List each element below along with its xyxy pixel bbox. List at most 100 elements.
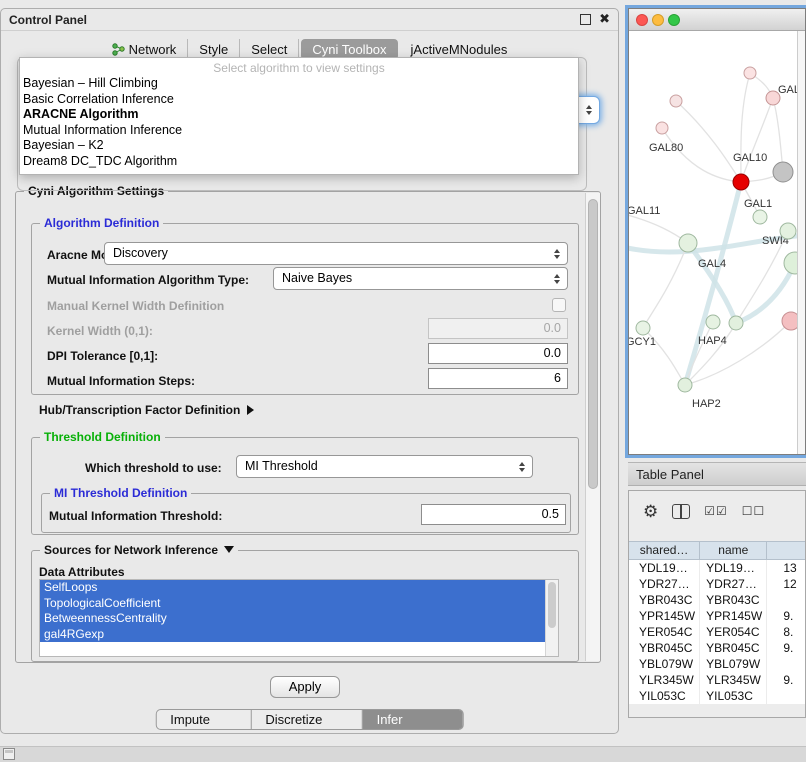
list-scrollbar-thumb[interactable] — [548, 582, 556, 628]
network-node[interactable] — [656, 122, 668, 134]
aracne-mode-combo[interactable]: Discovery — [104, 242, 568, 265]
list-scrollbar[interactable] — [545, 580, 558, 656]
table-row[interactable]: YDL19… YDL19… 13 — [629, 560, 805, 576]
gear-icon[interactable]: ⚙ — [643, 503, 658, 520]
cell-name: YER054C — [700, 624, 767, 640]
table-panel-title: Table Panel — [636, 467, 704, 482]
tab-infer-network[interactable]: Infer Network — [363, 710, 463, 729]
minimize-traffic-light-icon[interactable] — [652, 14, 664, 26]
control-panel-window: Control Panel ✖ Network Style — [0, 8, 619, 734]
desktop: Control Panel ✖ Network Style — [0, 0, 806, 762]
network-node[interactable] — [679, 234, 697, 252]
network-tab-icon — [112, 43, 125, 56]
manual-kernel-checkbox[interactable] — [552, 298, 566, 312]
data-attributes-list[interactable]: SelfLoopsTopologicalCoefficientBetweenne… — [39, 579, 559, 657]
network-node[interactable] — [729, 316, 743, 330]
network-node[interactable] — [744, 67, 756, 79]
column-header-shared-name[interactable]: shared… — [629, 542, 700, 561]
data-attribute-item[interactable]: TopologicalCoefficient — [40, 596, 545, 612]
column-header-extra[interactable] — [767, 542, 805, 561]
table-row[interactable]: YBR043C YBR043C — [629, 592, 805, 608]
column-header-name[interactable]: name — [700, 542, 767, 561]
network-node[interactable] — [780, 223, 796, 239]
close-traffic-light-icon[interactable] — [636, 14, 648, 26]
columns-icon[interactable] — [672, 504, 690, 519]
tab-impute-data[interactable]: Impute Data — [156, 710, 251, 729]
select-all-checks-icon[interactable]: ☑☑ — [704, 504, 728, 518]
cell-shared-name: YER054C — [629, 624, 700, 640]
network-graph[interactable]: GALGAL80GAL10GAL11GAL1SWI4GAL4GCY1HAP4YH… — [629, 31, 805, 454]
control-panel-titlebar[interactable]: Control Panel ✖ — [1, 9, 618, 31]
kernel-width-label: Kernel Width (0,1): — [47, 324, 153, 338]
network-node[interactable] — [678, 378, 692, 392]
control-panel-title: Control Panel — [9, 13, 87, 27]
algorithm-option[interactable]: Bayesian – K2 — [20, 138, 578, 154]
combo-arrows-icon — [554, 249, 560, 259]
algorithm-option[interactable]: Dream8 DC_TDC Algorithm — [20, 154, 578, 170]
settings-scrollbar-thumb[interactable] — [588, 199, 598, 489]
table-row[interactable]: YDR27… YDR27… 12 — [629, 576, 805, 592]
settings-scrollbar[interactable] — [585, 193, 600, 661]
cell-name: YBR045C — [700, 640, 767, 656]
cell-shared-name: YBL079W — [629, 656, 700, 672]
minimized-panel-icon[interactable] — [3, 748, 15, 760]
network-node[interactable] — [670, 95, 682, 107]
network-node[interactable] — [706, 315, 720, 329]
network-node-label: GAL4 — [698, 258, 726, 270]
tab-discretize-data[interactable]: Discretize Data — [251, 710, 362, 729]
float-window-icon[interactable] — [580, 14, 591, 25]
network-node-label: GAL1 — [744, 198, 772, 210]
kernel-width-field[interactable]: 0.0 — [428, 318, 568, 339]
network-window-titlebar[interactable] — [629, 9, 805, 31]
algorithm-option[interactable]: Basic Correlation Inference — [20, 92, 578, 108]
cell-name: YDL19… — [700, 560, 767, 576]
algorithm-option[interactable]: ARACNE Algorithm — [20, 107, 578, 123]
network-node[interactable] — [636, 321, 650, 335]
table-row[interactable]: YBR045C YBR045C 9. — [629, 640, 805, 656]
cell-value — [767, 592, 805, 608]
network-node-label: HAP4 — [698, 335, 727, 347]
network-canvas[interactable]: GALGAL80GAL10GAL11GAL1SWI4GAL4GCY1HAP4YH… — [629, 31, 805, 454]
deselect-all-checks-icon[interactable]: ☐☐ — [742, 504, 766, 518]
cell-name: YBL079W — [700, 656, 767, 672]
dpi-tolerance-label: DPI Tolerance [0,1]: — [47, 349, 158, 363]
data-attribute-item[interactable]: SelfLoops — [40, 580, 545, 596]
aracne-mode-value: Discovery — [113, 246, 168, 260]
data-attribute-item[interactable]: gal4RGexp — [40, 627, 545, 643]
bottom-tabbar: Impute Data Discretize Data Infer Networ… — [155, 709, 464, 730]
mi-steps-field[interactable]: 6 — [428, 368, 568, 389]
dpi-tolerance-field[interactable]: 0.0 — [428, 343, 568, 364]
mi-type-combo[interactable]: Naive Bayes — [273, 267, 568, 290]
network-node-label: GAL10 — [733, 152, 767, 164]
network-node[interactable] — [773, 162, 793, 182]
mi-type-value: Naive Bayes — [282, 271, 352, 285]
cell-shared-name: YDL19… — [629, 560, 700, 576]
bottom-strip — [0, 746, 806, 762]
table-panel-header[interactable]: Table Panel — [628, 462, 806, 486]
mi-type-label: Mutual Information Algorithm Type: — [47, 273, 249, 287]
table-row[interactable]: YLR345W YLR345W 9. — [629, 672, 805, 688]
algorithm-option[interactable]: Mutual Information Inference — [20, 123, 578, 139]
apply-button[interactable]: Apply — [270, 676, 340, 698]
zoom-traffic-light-icon[interactable] — [668, 14, 680, 26]
table-row[interactable]: YER054C YER054C 8. — [629, 624, 805, 640]
cell-shared-name: YIL053C — [629, 688, 700, 704]
network-node[interactable] — [733, 174, 749, 190]
close-icon[interactable]: ✖ — [599, 13, 610, 25]
network-node[interactable] — [753, 210, 767, 224]
sources-group-toggle[interactable]: Sources for Network Inference — [40, 543, 238, 557]
hub-section-toggle[interactable]: Hub/Transcription Factor Definition — [39, 403, 254, 417]
cell-value: 13 — [767, 560, 805, 576]
table-header-row: shared… name — [629, 541, 805, 560]
sources-group-title: Sources for Network Inference — [44, 543, 218, 557]
combo-arrows-icon — [554, 274, 560, 284]
table-row[interactable]: YPR145W YPR145W 9. — [629, 608, 805, 624]
mi-threshold-field[interactable]: 0.5 — [421, 504, 566, 525]
collapse-arrow-icon — [224, 546, 234, 553]
algorithm-option[interactable]: Bayesian – Hill Climbing — [20, 76, 578, 92]
table-row[interactable]: YBL079W YBL079W — [629, 656, 805, 672]
network-vertical-scrollbar[interactable] — [797, 31, 805, 454]
data-attribute-item[interactable]: BetweennessCentrality — [40, 611, 545, 627]
which-threshold-combo[interactable]: MI Threshold — [236, 455, 533, 478]
table-row[interactable]: YIL053C YIL053C — [629, 688, 805, 704]
